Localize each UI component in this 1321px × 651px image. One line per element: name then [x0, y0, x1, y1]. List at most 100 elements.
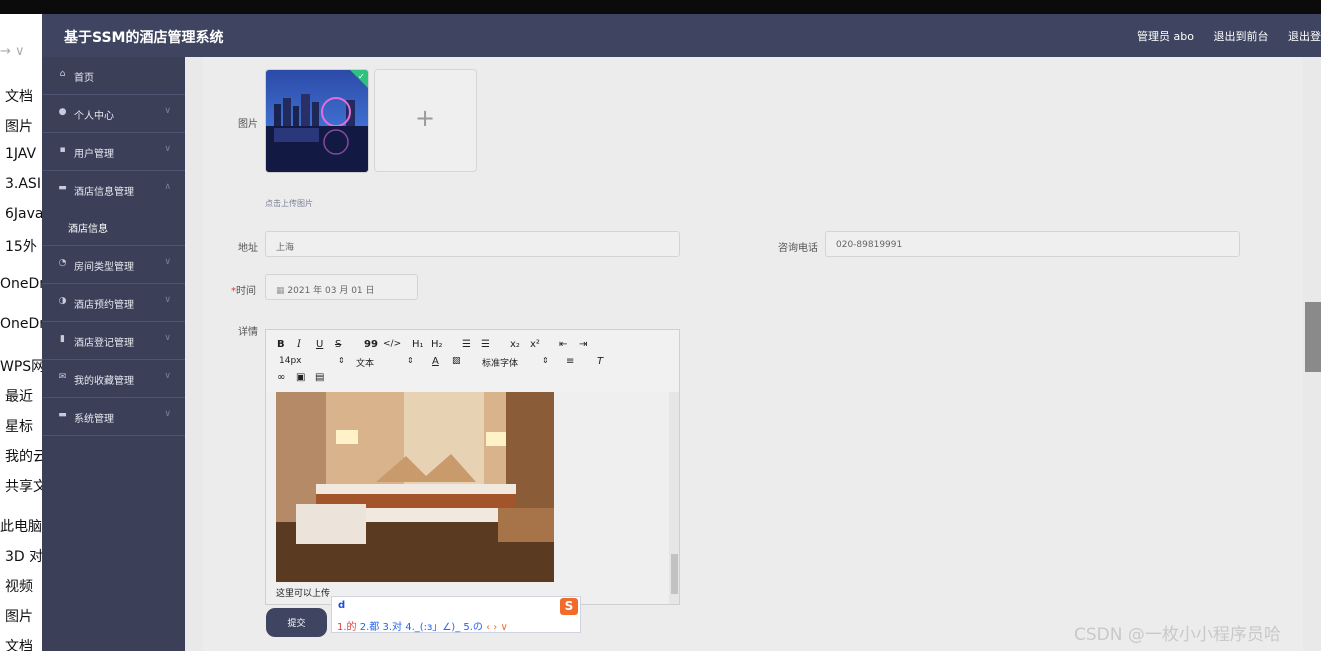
paragraph-select[interactable]: 文本 [356, 356, 374, 369]
sidebar-subitem-hotel-info[interactable]: 酒店信息 [42, 209, 185, 246]
sidebar-item-room-type-management[interactable]: ◔ 房间类型管理 ∨ [42, 246, 185, 284]
image-icon[interactable]: ▣ [296, 372, 305, 383]
hotel-room-image [276, 392, 554, 582]
sidebar-item-personal-center[interactable]: ● 个人中心 ∨ [42, 95, 185, 133]
chevron-up-icon: ∧ [164, 182, 171, 192]
select-arrows-icon: ⇕ [407, 356, 414, 365]
ime-candidate[interactable]: 3.对 [382, 622, 402, 633]
logout-link[interactable]: 退出登 [1288, 30, 1321, 43]
ime-candidate-window: d S 1.的 2.都 3.对 4._(:з」∠)_ 5.の ‹ › ∨ [331, 596, 581, 633]
select-arrows-icon: ⇕ [338, 356, 345, 365]
font-family-select[interactable]: 标准字体 [482, 356, 518, 369]
submit-button[interactable]: 提交 [266, 608, 327, 637]
app-header: 基于SSM的酒店管理系统 管理员 abo 退出到前台 退出登 [42, 14, 1321, 57]
bold-button[interactable]: B [277, 339, 285, 350]
ime-page-nav[interactable]: ‹ › ∨ [486, 622, 508, 633]
sidebar-item-label: 个人中心 [74, 111, 114, 122]
subscript-button[interactable]: x₂ [510, 339, 520, 350]
user-icon: ● [58, 107, 67, 117]
video-icon[interactable]: ▤ [315, 372, 324, 383]
explorer-item[interactable]: 6Java [5, 206, 42, 222]
select-arrows-icon: ⇕ [542, 356, 549, 365]
sidebar-item-favorites-management[interactable]: ✉ 我的收藏管理 ∨ [42, 360, 185, 398]
chevron-down-icon: ∨ [164, 106, 171, 116]
explorer-item[interactable]: 共享文 [5, 476, 42, 496]
h2-button[interactable]: H₂ [431, 339, 443, 350]
address-input[interactable]: 上海 [265, 231, 680, 257]
code-button[interactable]: </> [383, 339, 401, 349]
sidebar-item-registration-management[interactable]: ▮ 酒店登记管理 ∨ [42, 322, 185, 360]
phone-input[interactable]: 020-89819991 [825, 231, 1240, 257]
clear-format-button[interactable]: T [597, 356, 603, 367]
uploaded-image-thumbnail[interactable]: ✓ [265, 69, 369, 173]
plus-icon: + [415, 104, 436, 132]
sidebar-item-booking-management[interactable]: ◑ 酒店预约管理 ∨ [42, 284, 185, 322]
chevron-down-icon: ∨ [164, 371, 171, 381]
scrollbar-thumb[interactable] [671, 554, 678, 594]
indent-icon[interactable]: ⇥ [579, 339, 587, 350]
sidebar-item-label: 酒店预约管理 [74, 300, 134, 311]
editor-caption: 这里可以上传 [276, 589, 331, 599]
chevron-down-icon: ∨ [164, 257, 171, 267]
ime-candidate[interactable]: 4._(:з」∠)_ [405, 622, 460, 633]
bullet-list-icon[interactable]: ☰ [481, 339, 490, 350]
calendar-icon: ▦ [276, 286, 285, 296]
ime-candidate[interactable]: 1.的 [337, 622, 357, 633]
ime-candidate[interactable]: 2.都 [360, 622, 380, 633]
explorer-item[interactable]: 3.ASI [5, 176, 41, 192]
link-icon[interactable]: ∞ [277, 372, 285, 383]
ime-typed-input: d [338, 600, 346, 611]
explorer-item[interactable]: 我的云 [5, 446, 42, 466]
phone-label: 咨询电话 [778, 243, 818, 254]
underline-button[interactable]: U [316, 339, 323, 350]
explorer-item[interactable]: 1JAV [5, 146, 36, 162]
strike-button[interactable]: S [335, 339, 341, 350]
chevron-down-icon: ∨ [164, 409, 171, 419]
explorer-item[interactable]: 图片 [5, 606, 33, 626]
ime-candidate[interactable]: 5.の [463, 622, 483, 633]
italic-button[interactable]: I [297, 339, 301, 350]
sidebar-item-system-management[interactable]: ▬ 系统管理 ∨ [42, 398, 185, 436]
explorer-nav-arrows[interactable]: → ∨ [0, 44, 25, 59]
explorer-item[interactable]: 文档 [5, 636, 33, 651]
explorer-item[interactable]: 视频 [5, 576, 33, 596]
current-user: 管理员 abo [1137, 30, 1194, 43]
background-color-icon[interactable]: ▨ [452, 356, 461, 366]
explorer-item[interactable]: 最近 [5, 386, 33, 406]
date-picker[interactable]: ▦ 2021 年 03 月 01 日 [265, 274, 418, 300]
sidebar-item-user-management[interactable]: ▪ 用户管理 ∨ [42, 133, 185, 171]
sidebar-item-label: 用户管理 [74, 149, 114, 160]
explorer-item[interactable]: 此电脑 [0, 516, 42, 536]
explorer-item[interactable]: OneDr [0, 276, 42, 292]
explorer-item[interactable]: 3D 对 [5, 546, 42, 566]
editor-content[interactable]: 这里可以上传 [266, 392, 679, 604]
rich-text-editor[interactable]: B I U S 99 </> H₁ H₂ ☰ ☰ x₂ x² ⇤ ⇥ 14px … [265, 329, 680, 605]
align-icon[interactable]: ≡ [566, 356, 574, 367]
bar-chart-icon: ▮ [60, 334, 65, 344]
exit-to-front-link[interactable]: 退出到前台 [1214, 30, 1269, 43]
h1-button[interactable]: H₁ [412, 339, 424, 350]
add-image-button[interactable]: + [374, 69, 477, 172]
detail-label: 详情 [238, 327, 258, 338]
explorer-item[interactable]: 星标 [5, 416, 33, 436]
font-color-button[interactable]: A [432, 356, 439, 367]
explorer-item[interactable]: WPS网 [0, 356, 42, 376]
superscript-button[interactable]: x² [530, 339, 540, 350]
chevron-down-icon: ∨ [164, 144, 171, 154]
date-value: 2021 年 03 月 01 日 [287, 286, 375, 296]
font-size-select[interactable]: 14px [279, 356, 302, 366]
sidebar-item-home[interactable]: ⌂ 首页 [42, 57, 185, 95]
sidebar-item-hotel-info-management[interactable]: ▬ 酒店信息管理 ∧ [42, 171, 185, 209]
explorer-item[interactable]: 图片 [5, 116, 33, 136]
outdent-icon[interactable]: ⇤ [559, 339, 567, 350]
quote-button[interactable]: 99 [364, 339, 378, 350]
sidebar: ⌂ 首页 ● 个人中心 ∨ ▪ 用户管理 ∨ ▬ 酒店信息管理 ∧ 酒店信息 ◔… [42, 57, 185, 651]
ordered-list-icon[interactable]: ☰ [462, 339, 471, 350]
watermark: CSDN @一枚小小程序员哈 [1074, 625, 1281, 645]
page-scrollbar-thumb[interactable] [1305, 302, 1321, 372]
explorer-item[interactable]: 15外 [5, 236, 37, 256]
explorer-item[interactable]: OneDr [0, 316, 42, 332]
sidebar-item-label: 酒店信息管理 [74, 187, 134, 198]
explorer-item[interactable]: 文档 [5, 86, 33, 106]
editor-scrollbar[interactable] [669, 392, 679, 604]
